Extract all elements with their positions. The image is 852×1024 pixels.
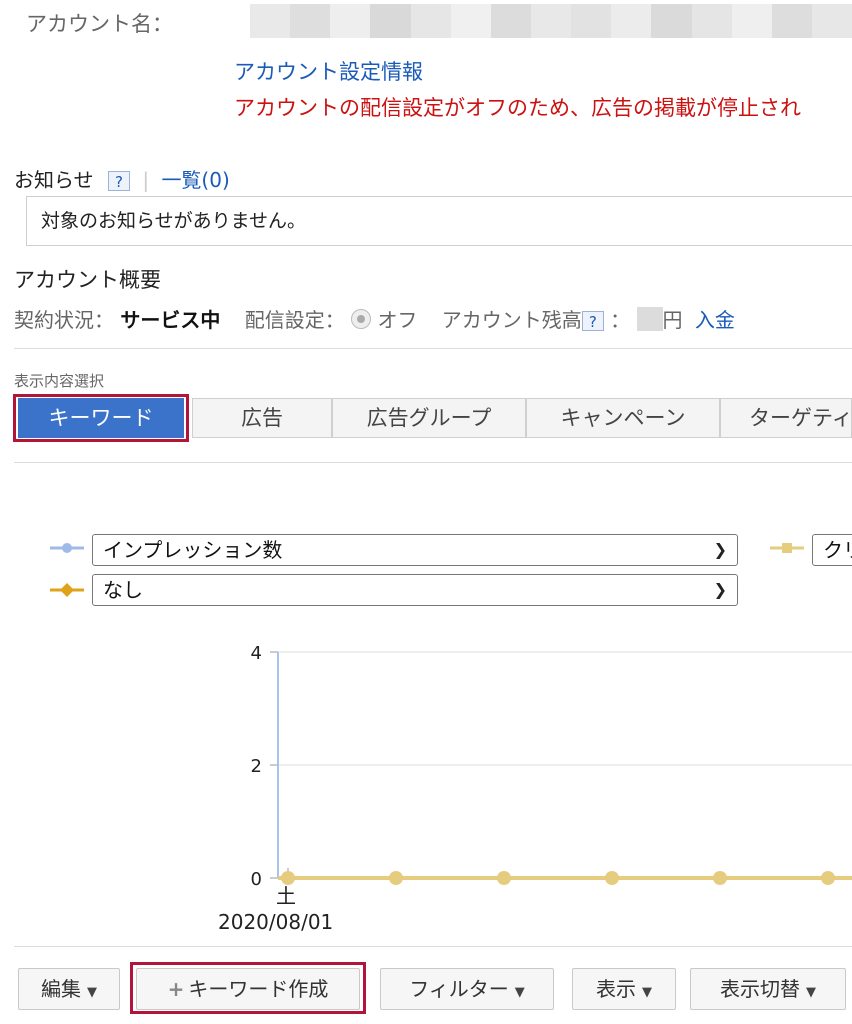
- notice-title: お知らせ: [14, 168, 94, 192]
- divider: |: [142, 168, 150, 192]
- metric2-select-value: なし: [103, 578, 143, 602]
- account-name-label: アカウント名：: [26, 12, 173, 36]
- balance-unit: 円: [662, 308, 683, 332]
- delivery-value: オフ: [377, 308, 418, 332]
- edit-button-label: 編集: [41, 977, 81, 1001]
- display-button[interactable]: 表示 ▼: [572, 968, 676, 1010]
- data-point: [389, 871, 403, 885]
- balance-label: アカウント残高: [441, 308, 582, 332]
- series-marker-icon: [50, 543, 84, 553]
- data-point: [497, 871, 511, 885]
- delivery-off-radio[interactable]: [351, 309, 372, 329]
- balance-colon: ：: [610, 308, 631, 332]
- filter-button-label: フィルター: [409, 977, 509, 1001]
- chevron-down-icon: ❯: [713, 580, 727, 599]
- x-label-date: 2020/08/01: [218, 910, 334, 934]
- data-point: [605, 871, 619, 885]
- y-tick-label: 2: [251, 756, 262, 777]
- overview-title: アカウント概要: [14, 268, 161, 292]
- display-switch-label: 表示切替: [720, 977, 800, 1001]
- tab-ad-group[interactable]: 広告グループ: [332, 398, 526, 438]
- account-name-value-blurred: [250, 4, 852, 38]
- metric1-select[interactable]: インプレッション数 ❯: [92, 534, 738, 566]
- help-icon[interactable]: ?: [581, 311, 604, 331]
- notice-message: 対象のお知らせがありません。: [26, 196, 852, 246]
- chevron-down-icon: ❯: [713, 540, 727, 559]
- data-point: [713, 871, 727, 885]
- divider: [14, 462, 852, 463]
- x-label-day: 土: [276, 884, 296, 908]
- data-point: [821, 871, 835, 885]
- series-marker-icon: [50, 583, 84, 597]
- notice-list-link[interactable]: 一覧(0): [161, 168, 229, 192]
- caret-down-icon: ▼: [87, 985, 97, 1000]
- deposit-link[interactable]: 入金: [695, 308, 735, 332]
- view-select-label: 表示内容選択: [14, 372, 105, 390]
- metric1-select-value: インプレッション数: [103, 538, 283, 562]
- create-keyword-highlight: [130, 962, 366, 1014]
- balance-value-blurred: [636, 307, 663, 331]
- caret-down-icon: ▼: [514, 985, 525, 1000]
- y-tick-label: 0: [251, 869, 262, 890]
- edit-button[interactable]: 編集 ▼: [18, 968, 120, 1010]
- contract-value: サービス中: [120, 308, 221, 332]
- caret-down-icon: ▼: [806, 985, 816, 1000]
- contract-label: 契約状況：: [14, 308, 114, 332]
- display-button-label: 表示: [596, 977, 636, 1001]
- tab-keyword-highlight: [13, 394, 189, 442]
- filter-button[interactable]: フィルター ▼: [380, 968, 554, 1010]
- overview-row: 契約状況： サービス中 配信設定： オフ アカウント残高? ： 円 入金: [14, 304, 735, 333]
- delivery-warning: アカウントの配信設定がオフのため、広告の掲載が停止され: [234, 96, 801, 120]
- tab-ad[interactable]: 広告: [192, 398, 332, 438]
- display-switch-button[interactable]: 表示切替 ▼: [690, 968, 846, 1010]
- y-tick-label: 4: [251, 643, 262, 664]
- divider: [14, 946, 852, 947]
- help-icon[interactable]: ?: [107, 171, 130, 191]
- metric2-select[interactable]: なし ❯: [92, 574, 738, 606]
- account-settings-link[interactable]: アカウント設定情報: [234, 56, 423, 86]
- metric3-select[interactable]: クリ: [812, 534, 852, 566]
- series-marker-icon: [770, 543, 804, 553]
- notice-header: お知らせ ? | 一覧(0): [14, 164, 230, 193]
- caret-down-icon: ▼: [642, 985, 652, 1000]
- performance-chart: 4 2 0: [251, 643, 852, 890]
- metric3-select-value: クリ: [823, 538, 852, 562]
- divider: [14, 348, 852, 349]
- tab-targeting[interactable]: ターゲティ: [720, 398, 852, 438]
- tab-campaign[interactable]: キャンペーン: [526, 398, 720, 438]
- delivery-label: 配信設定：: [244, 308, 345, 332]
